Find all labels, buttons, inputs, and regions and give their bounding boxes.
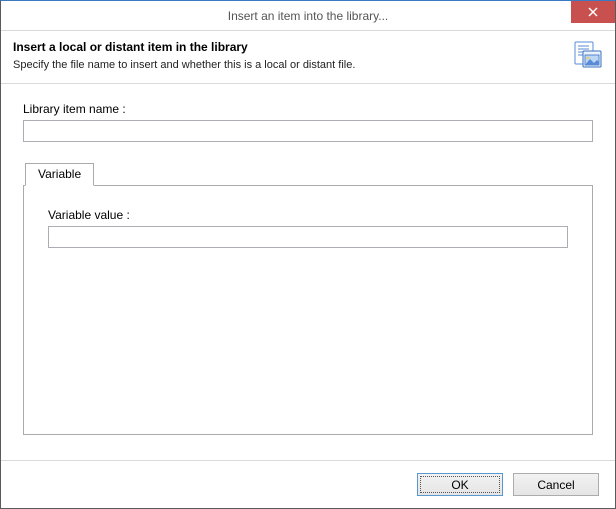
footer: OK Cancel <box>1 460 615 508</box>
library-item-icon <box>571 39 603 71</box>
cancel-button[interactable]: Cancel <box>513 473 599 496</box>
ok-button[interactable]: OK <box>417 473 503 496</box>
dialog-window: Insert an item into the library... Inser… <box>0 0 616 509</box>
variable-value-label: Variable value : <box>48 208 568 222</box>
variable-value-field: Variable value : <box>48 208 568 248</box>
library-item-input[interactable] <box>23 120 593 142</box>
tab-host: Variable Variable value : <box>23 162 593 435</box>
header-text: Insert a local or distant item in the li… <box>13 39 355 73</box>
header-subtitle: Specify the file name to insert and whet… <box>13 58 355 73</box>
window-title: Insert an item into the library... <box>1 9 615 23</box>
header-band: Insert a local or distant item in the li… <box>1 31 615 84</box>
close-button[interactable] <box>571 1 615 23</box>
variable-value-input[interactable] <box>48 226 568 248</box>
library-item-field: Library item name : <box>23 102 593 142</box>
tab-panel-variable: Variable value : <box>23 185 593 435</box>
tab-variable[interactable]: Variable <box>25 163 94 186</box>
titlebar: Insert an item into the library... <box>1 1 615 31</box>
content-area: Library item name : Variable Variable va… <box>1 84 615 460</box>
header-title: Insert a local or distant item in the li… <box>13 39 355 56</box>
library-item-label: Library item name : <box>23 102 593 116</box>
close-icon <box>588 7 598 17</box>
